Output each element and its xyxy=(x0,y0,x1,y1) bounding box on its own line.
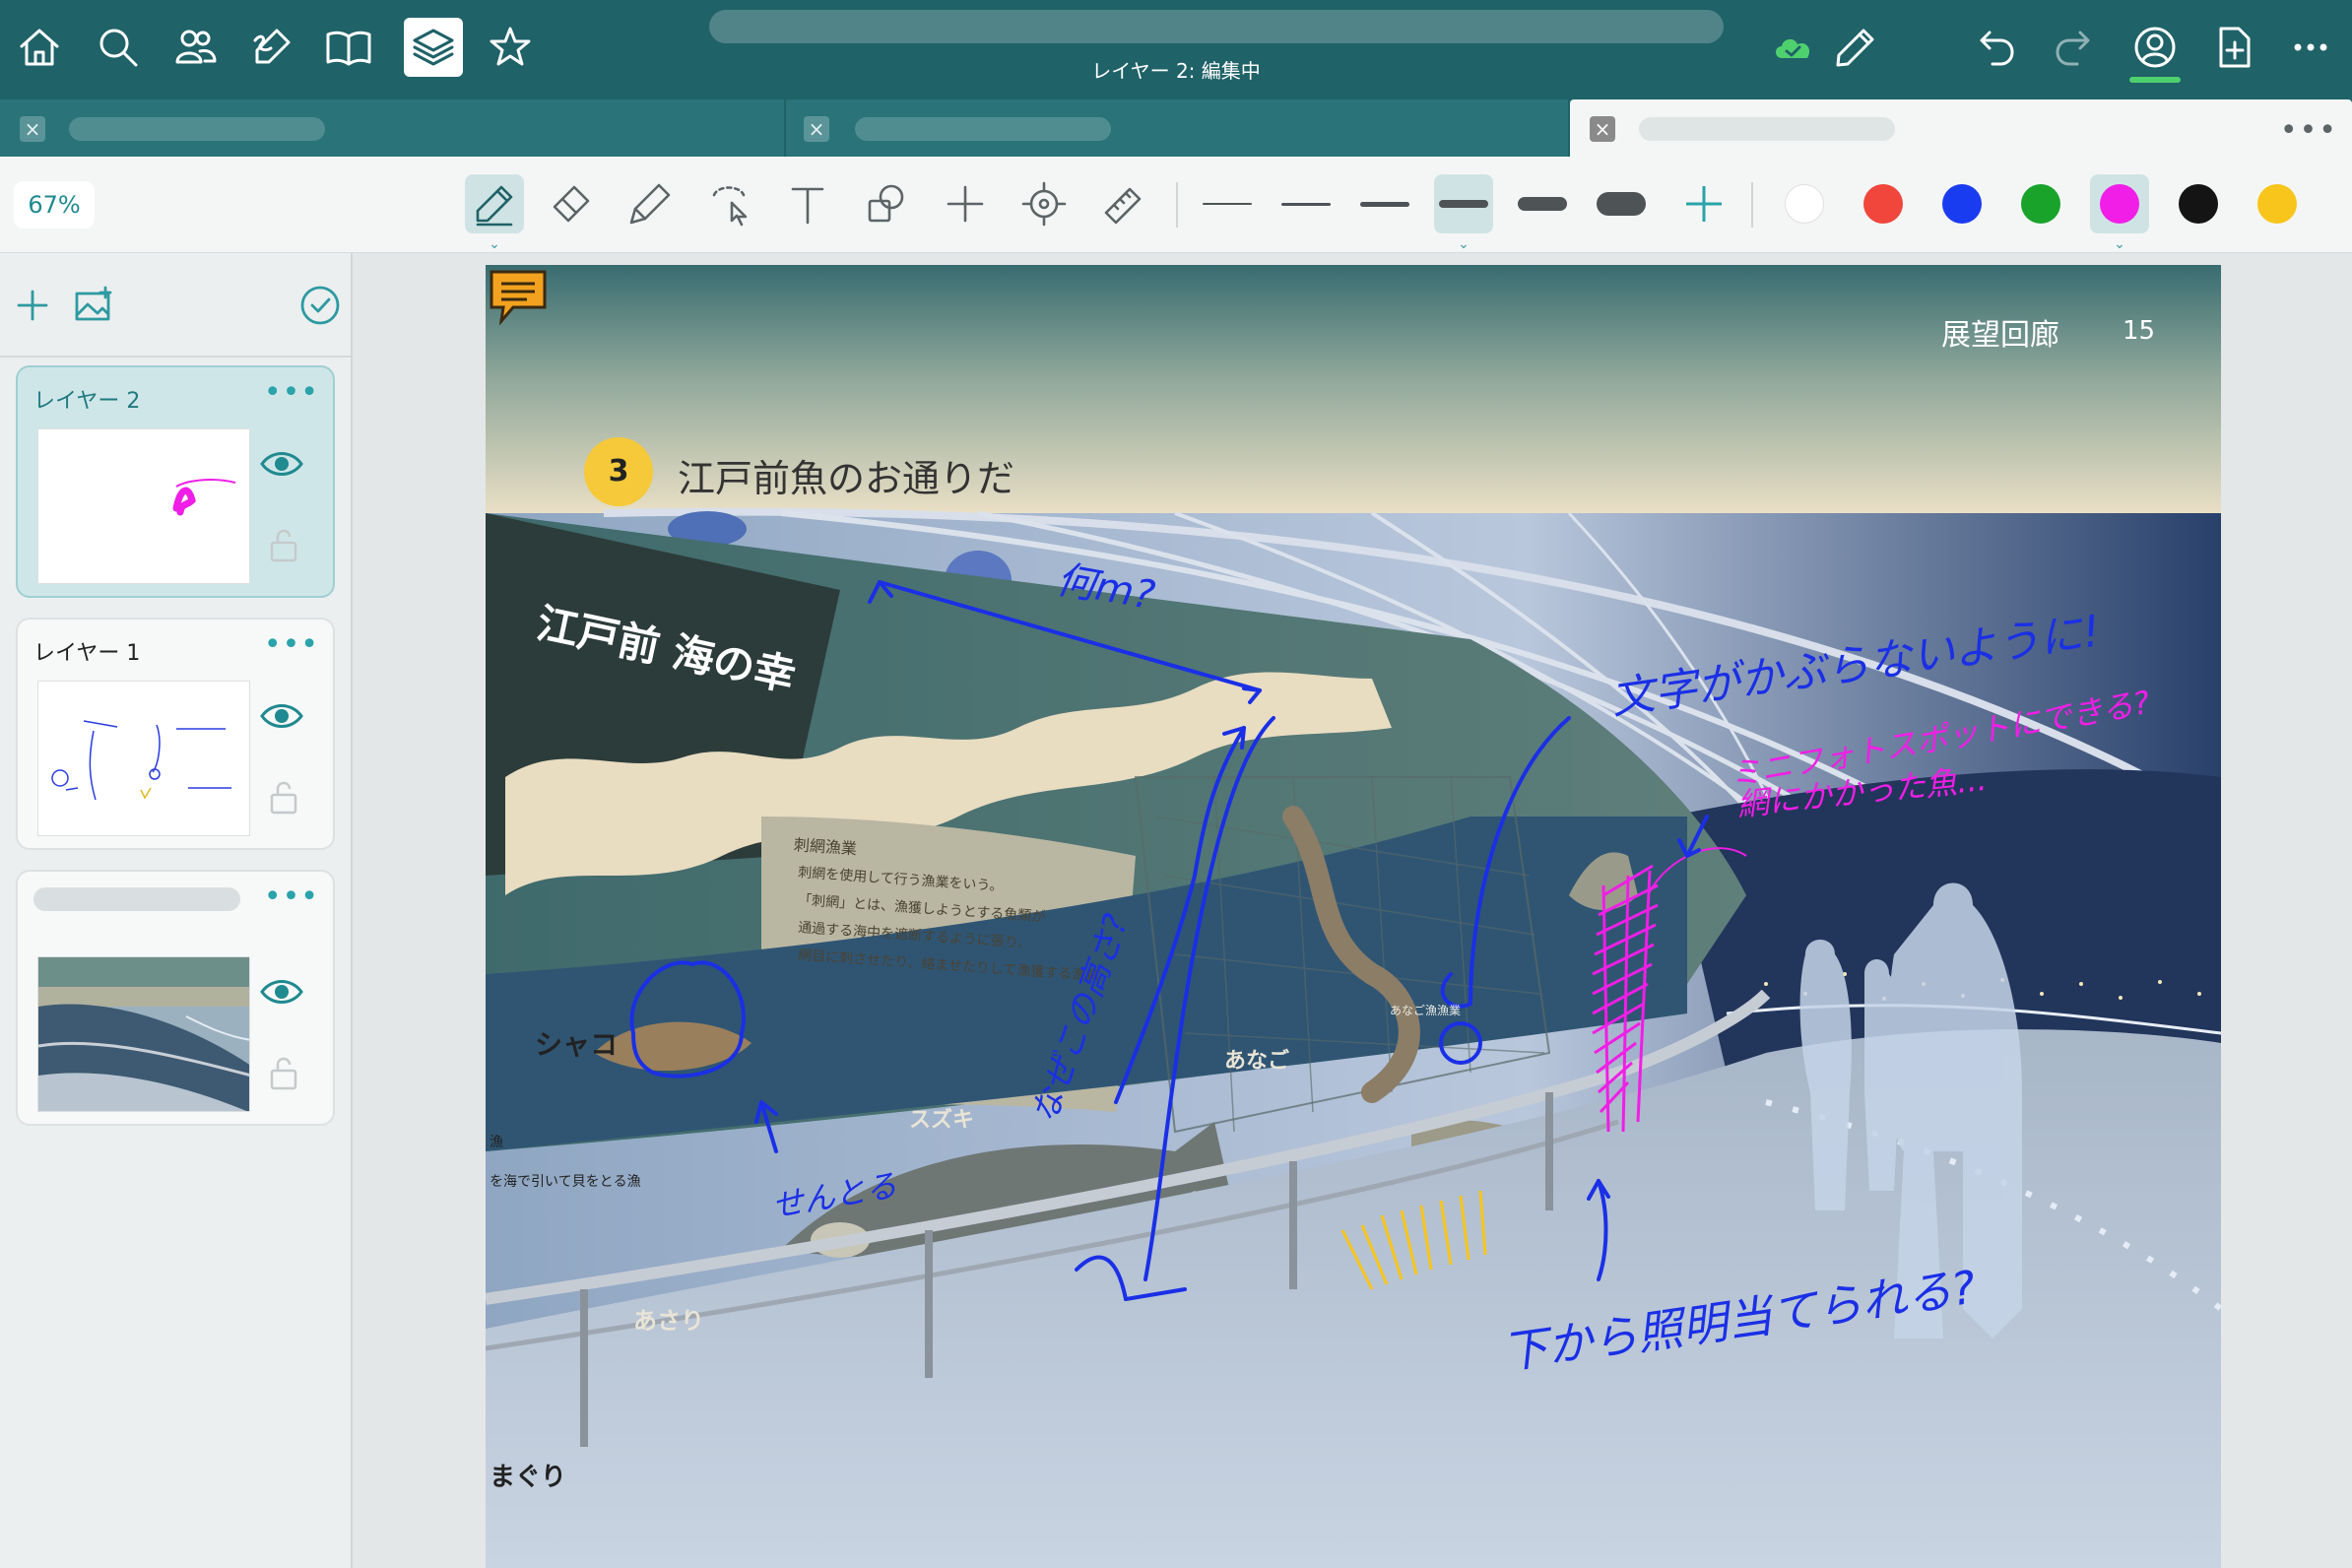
stroke-medium[interactable] xyxy=(1355,174,1414,233)
layer-card-2[interactable]: レイヤー 2 ••• xyxy=(16,365,335,598)
top-navigation-bar: レイヤー 2: 編集中 xyxy=(0,0,2352,96)
stroke-extra-thick[interactable] xyxy=(1592,174,1651,233)
tab-document-3[interactable]: × xyxy=(1570,99,2352,157)
tab-more-button[interactable]: ••• xyxy=(2280,113,2338,148)
layer-name: レイヤー 1 xyxy=(33,641,141,666)
mural-label-hamaguri: まぐり xyxy=(490,1463,567,1492)
pen-tool-icon[interactable]: ⌄ xyxy=(465,174,524,251)
cloud-sync-icon[interactable] xyxy=(1763,18,1822,77)
toolbar-divider xyxy=(1751,182,1753,228)
shape-tool-icon[interactable] xyxy=(857,174,916,233)
color-yellow[interactable] xyxy=(2248,174,2307,233)
comment-icon[interactable] xyxy=(488,268,549,325)
stroke-thick[interactable] xyxy=(1513,174,1572,233)
undo-icon[interactable] xyxy=(1966,18,2025,77)
close-icon[interactable]: × xyxy=(804,116,829,142)
document-page[interactable]: 展望回廊 15 3 江戸前魚のお通りだ 江戸前 海の幸 シャコ あなご スズキ … xyxy=(486,265,2221,1568)
add-image-layer-icon[interactable] xyxy=(69,281,118,330)
plus-tool-icon[interactable] xyxy=(936,174,995,233)
layer-name xyxy=(33,887,240,911)
laser-pointer-icon[interactable] xyxy=(1014,174,1074,233)
section-title: 江戸前魚のお通りだ xyxy=(678,457,1015,500)
close-icon[interactable]: × xyxy=(20,116,45,142)
color-red[interactable] xyxy=(1854,174,1913,233)
mural-label-asari: あさり xyxy=(633,1306,704,1335)
panel-divider xyxy=(0,356,351,358)
pencil-icon[interactable] xyxy=(1826,18,1885,77)
add-stroke-icon[interactable] xyxy=(1674,174,1733,233)
ruler-tool-icon[interactable] xyxy=(1093,174,1152,233)
chevron-down-icon: ⌄ xyxy=(1458,236,1470,252)
add-layer-icon[interactable] xyxy=(8,281,57,330)
zoom-level[interactable]: 67% xyxy=(14,181,95,229)
visibility-eye-icon[interactable] xyxy=(258,974,305,1010)
color-green[interactable] xyxy=(2011,174,2070,233)
mural-anago-heading: あなご漁漁業 xyxy=(1390,1004,1462,1017)
color-blue[interactable] xyxy=(1932,174,1992,233)
redo-icon[interactable] xyxy=(2045,18,2104,77)
layer-name: レイヤー 2 xyxy=(33,389,141,414)
layer-more-button[interactable]: ••• xyxy=(264,627,319,662)
mural-label-shako: シャコ xyxy=(535,1028,619,1061)
export-icon[interactable] xyxy=(2204,18,2263,77)
profile-indicator xyxy=(2129,77,2181,83)
drawing-toolbar: 67% ⌄ ⌄ ⌄ xyxy=(0,157,2352,253)
chevron-down-icon: ⌄ xyxy=(2114,236,2125,252)
layer-card-background[interactable]: ••• xyxy=(16,870,335,1126)
mural-panel-heading: 刺網漁業 xyxy=(793,834,858,859)
layer-thumbnail xyxy=(37,681,250,836)
mural-label-anago: あなご xyxy=(1224,1048,1290,1074)
section-number-badge: 3 xyxy=(584,437,653,506)
toolbar-divider xyxy=(1176,182,1178,228)
eraser-tool-icon[interactable] xyxy=(542,174,601,233)
visibility-eye-icon[interactable] xyxy=(258,698,305,734)
stroke-thin[interactable] xyxy=(1276,174,1336,233)
color-black[interactable] xyxy=(2169,174,2228,233)
text-tool-icon[interactable] xyxy=(778,174,837,233)
lock-icon[interactable] xyxy=(264,1053,303,1092)
layers-panel: レイヤー 2 ••• レイヤー 1 ••• ••• xyxy=(0,253,353,1568)
stroke-regular[interactable]: ⌄ xyxy=(1434,174,1493,251)
color-white[interactable] xyxy=(1775,174,1834,233)
tab-document-1[interactable]: × xyxy=(0,99,784,157)
close-icon[interactable]: × xyxy=(1590,116,1615,142)
layer-thumbnail xyxy=(37,956,250,1112)
more-icon[interactable] xyxy=(2281,18,2340,77)
tab-title xyxy=(1639,117,1895,141)
chevron-down-icon: ⌄ xyxy=(489,236,500,252)
profile-icon[interactable] xyxy=(2125,18,2185,77)
page-number: 15 xyxy=(2123,316,2156,346)
layer-more-button[interactable]: ••• xyxy=(264,375,319,410)
document-canvas[interactable]: 展望回廊 15 3 江戸前魚のお通りだ 江戸前 海の幸 シャコ あなご スズキ … xyxy=(353,253,2352,1568)
document-title[interactable] xyxy=(709,10,1724,43)
color-magenta[interactable]: ⌄ xyxy=(2090,174,2149,251)
tab-title xyxy=(855,117,1111,141)
select-layers-icon[interactable] xyxy=(295,281,345,330)
page-header-text: 展望回廊 xyxy=(1941,318,2059,353)
layer-thumbnail xyxy=(37,428,250,584)
layer-card-1[interactable]: レイヤー 1 ••• xyxy=(16,618,335,850)
tab-document-2[interactable]: × xyxy=(786,99,1568,157)
lock-icon[interactable] xyxy=(264,525,303,564)
highlighter-tool-icon[interactable] xyxy=(621,174,680,233)
mural-label-suzuki: スズキ xyxy=(909,1107,975,1133)
tab-title xyxy=(69,117,325,141)
document-tab-strip: × × × ••• xyxy=(0,96,2352,157)
mural-side-note: を海で引いて貝をとる漁 xyxy=(490,1174,641,1190)
stroke-hairline[interactable] xyxy=(1198,174,1257,233)
lock-icon[interactable] xyxy=(264,777,303,817)
lasso-tool-icon[interactable] xyxy=(699,174,758,233)
visibility-eye-icon[interactable] xyxy=(258,446,305,482)
mural-side-shako-note: 漁 xyxy=(490,1135,503,1150)
layer-more-button[interactable]: ••• xyxy=(264,880,319,914)
